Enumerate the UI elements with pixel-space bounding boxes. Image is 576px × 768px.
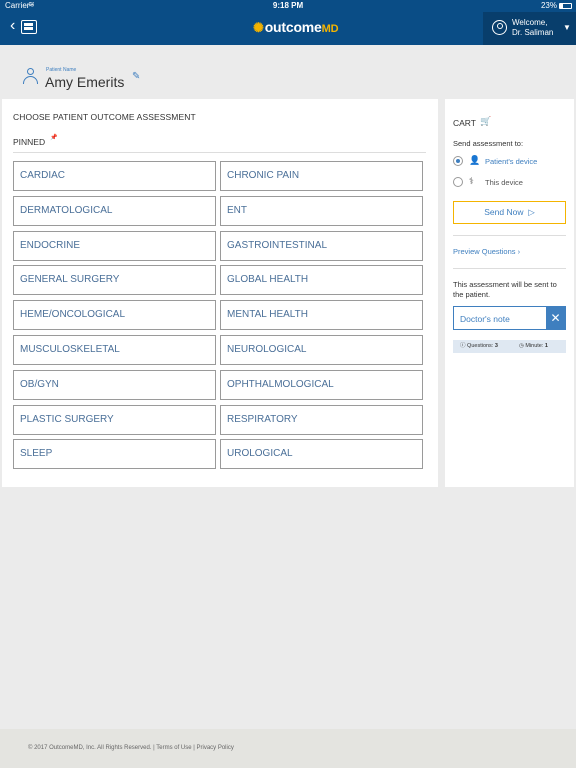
category-button[interactable]: DERMATOLOGICAL — [13, 195, 216, 226]
patient-person-icon — [23, 68, 38, 85]
close-icon[interactable]: ✕ — [546, 307, 565, 329]
category-button[interactable]: MUSCULOSKELETAL — [13, 335, 216, 365]
category-button[interactable]: ENDOCRINE — [13, 230, 216, 261]
welcome-username: Dr. Saliman — [512, 28, 554, 37]
radio-patient-device[interactable] — [453, 156, 463, 166]
account-menu[interactable]: Welcome, Dr. Saliman ▼ — [483, 12, 576, 45]
category-button[interactable]: OPHTHALMOLOGICAL — [220, 369, 423, 400]
battery-icon — [559, 3, 572, 9]
edit-pencil-icon[interactable]: ✎ — [132, 71, 140, 82]
person-icon: 👤 — [469, 155, 481, 165]
cart-title: CART — [453, 118, 476, 128]
status-bar: Carrier ≋ 9:18 PM 23% — [0, 0, 576, 12]
patient-name-label: Patient Name — [46, 67, 77, 73]
patient-name: Amy Emerits — [45, 74, 125, 90]
divider — [453, 268, 566, 269]
send-arrow-icon: ▷ — [525, 207, 535, 217]
back-chevron-icon[interactable]: ‹ — [10, 17, 15, 35]
pin-icon[interactable]: 📌 — [50, 134, 57, 141]
logo-text: outcome — [264, 19, 322, 35]
stethoscope-icon: ⚕ — [469, 176, 474, 186]
question-icon: ⓘ — [460, 343, 466, 349]
top-navbar: ‹ ✺outcomeMD Welcome, Dr. Saliman ▼ — [0, 12, 576, 45]
user-avatar-icon — [492, 20, 507, 35]
footer: © 2017 OutcomeMD, Inc. All Rights Reserv… — [0, 729, 576, 768]
doctor-note-label: Doctor's note — [460, 314, 510, 324]
category-button[interactable]: SLEEP — [13, 439, 216, 470]
category-button[interactable]: GENERAL SURGERY — [13, 265, 216, 296]
menu-grid-icon[interactable] — [21, 20, 37, 34]
category-button[interactable]: CARDIAC — [13, 161, 216, 191]
radio-this-device[interactable] — [453, 177, 463, 187]
send-now-label: Send Now — [484, 207, 524, 217]
category-button[interactable]: GLOBAL HEALTH — [220, 265, 423, 296]
cart-panel: CART 🛒 Send assessment to: 👤 Patient's d… — [445, 99, 574, 487]
option-this-device-label: This device — [485, 178, 523, 187]
category-button[interactable]: MENTAL HEALTH — [220, 300, 423, 331]
category-button[interactable]: RESPIRATORY — [220, 404, 423, 435]
category-button[interactable]: ENT — [220, 195, 423, 226]
app-logo: ✺outcomeMD — [253, 19, 339, 36]
clock-icon: ◷ — [519, 343, 524, 349]
minutes-count: ◷ Minute: 1 — [519, 343, 548, 349]
doctor-note-field[interactable]: Doctor's note ✕ — [453, 306, 566, 330]
divider — [453, 235, 566, 236]
category-button[interactable]: GASTROINTESTINAL — [220, 230, 423, 261]
category-button[interactable]: NEUROLOGICAL — [220, 335, 423, 365]
category-button[interactable]: HEME/ONCOLOGICAL — [13, 300, 216, 331]
category-button[interactable]: PLASTIC SURGERY — [13, 404, 216, 435]
welcome-greeting: Welcome, — [512, 18, 548, 27]
divider — [13, 152, 426, 153]
welcome-text: Welcome, Dr. Saliman — [512, 18, 553, 38]
sent-note: This assessment will be sent to the pati… — [453, 280, 557, 299]
questions-count: ⓘ Questions: 3 — [460, 343, 498, 349]
logo-sun-icon: ✺ — [253, 20, 264, 35]
cart-icon: 🛒 — [480, 116, 492, 126]
patient-header: Patient Name Amy Emerits ✎ — [0, 45, 576, 99]
pinned-label: PINNED — [13, 137, 46, 147]
clock: 9:18 PM — [272, 1, 304, 10]
logo-suffix: MD — [321, 23, 339, 35]
preview-questions-link[interactable]: Preview Questions › — [453, 247, 520, 256]
send-now-button[interactable]: Send Now ▷ — [453, 201, 566, 224]
send-to-label: Send assessment to: — [453, 139, 524, 148]
category-button[interactable]: UROLOGICAL — [220, 439, 423, 470]
battery-percent: 23% — [540, 1, 557, 10]
caret-down-icon: ▼ — [563, 23, 571, 32]
section-title: CHOOSE PATIENT OUTCOME ASSESSMENT — [13, 112, 196, 122]
assessment-panel: CHOOSE PATIENT OUTCOME ASSESSMENT PINNED… — [2, 99, 438, 487]
footer-text: © 2017 OutcomeMD, Inc. All Rights Reserv… — [28, 745, 234, 751]
assessment-meta: ⓘ Questions: 3 ◷ Minute: 1 — [453, 340, 566, 353]
category-button[interactable]: CHRONIC PAIN — [220, 161, 423, 191]
option-patient-device-label: Patient's device — [485, 157, 538, 166]
category-button[interactable]: OB/GYN — [13, 369, 216, 400]
